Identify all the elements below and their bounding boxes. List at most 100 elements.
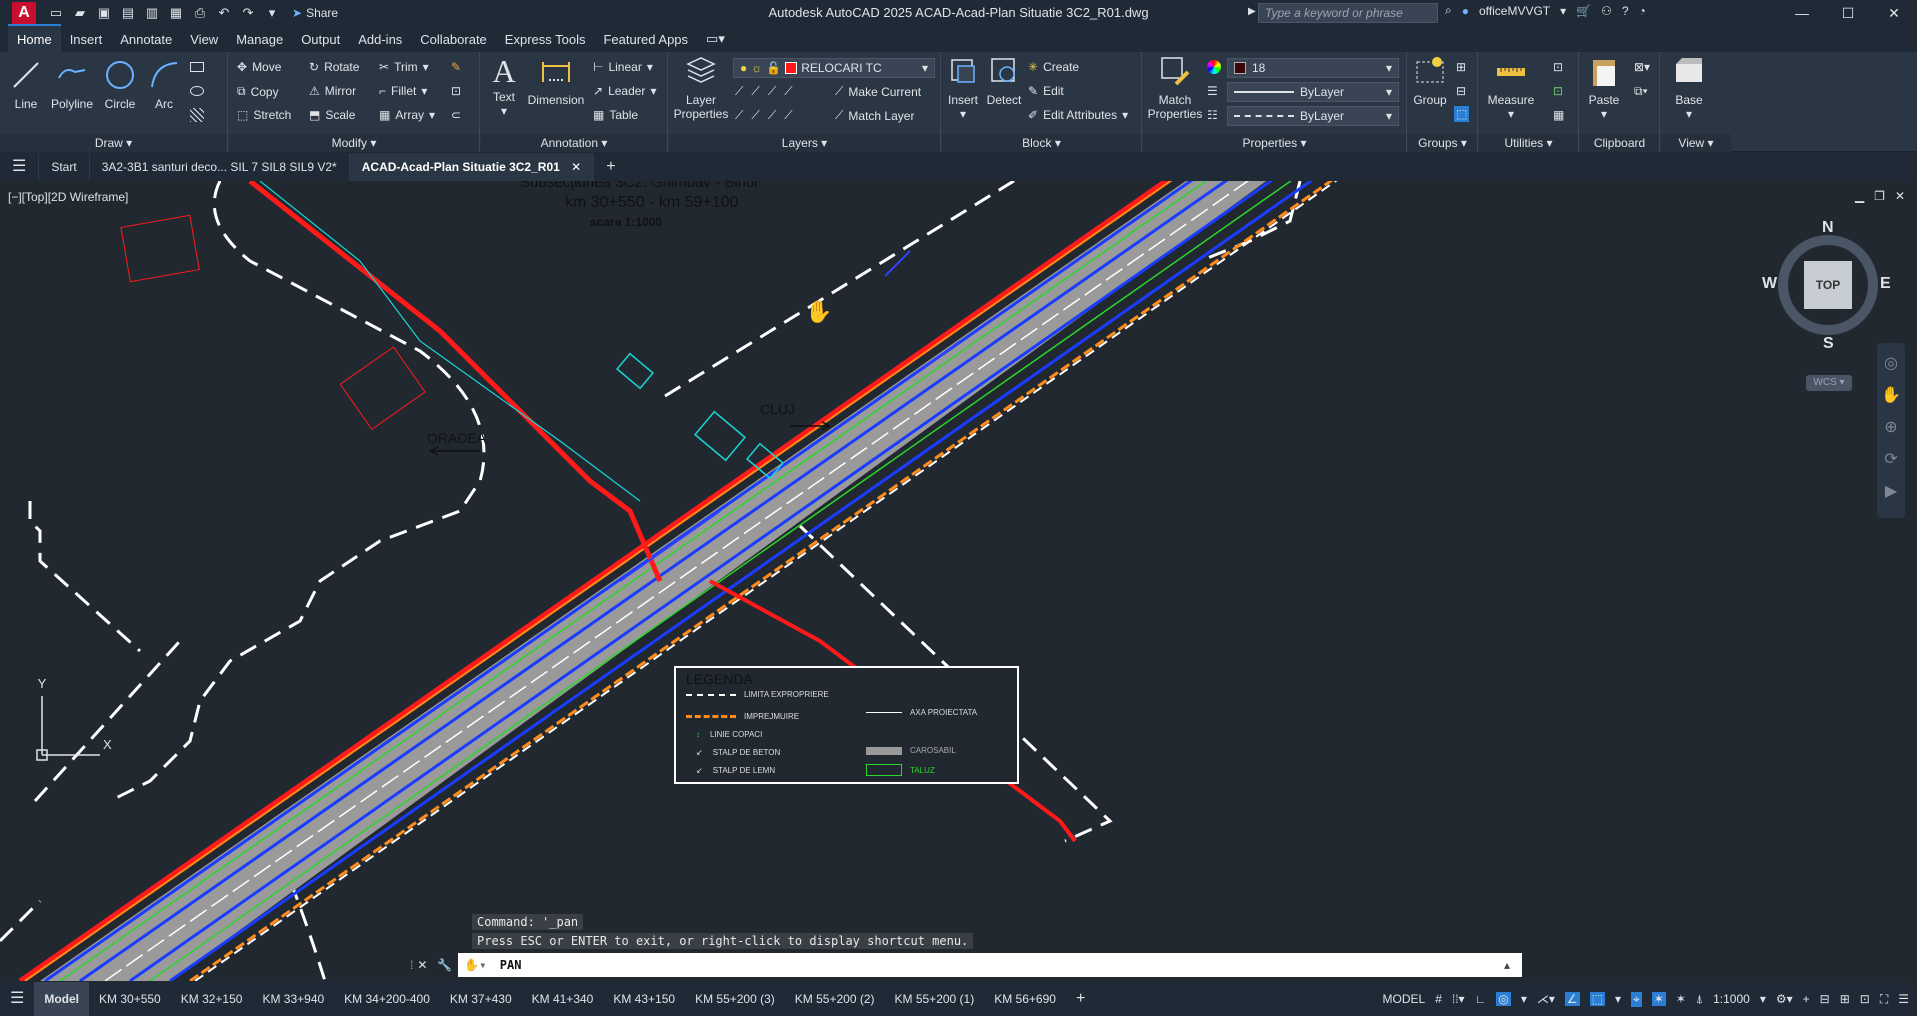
linear-dropdown-icon[interactable]: ▾: [647, 60, 653, 74]
share-button[interactable]: ➤ Share: [292, 6, 338, 20]
linear-button[interactable]: ⊢ Linear ▾: [593, 60, 653, 74]
open-folder-icon[interactable]: ▰: [72, 5, 88, 21]
tab-featured-apps[interactable]: Featured Apps: [594, 26, 697, 52]
drawing-svg[interactable]: Subsecțiunea 3C2: Ghimbav - Bihor km 30+…: [0, 181, 1917, 981]
trim-button[interactable]: ✂ Trim ▾: [379, 60, 429, 74]
explode-icon[interactable]: ⊡: [451, 84, 461, 98]
tab-view[interactable]: View: [181, 26, 227, 52]
close-tab-icon[interactable]: ✕: [571, 160, 581, 174]
measure-dropdown-icon[interactable]: ▾: [1483, 107, 1539, 121]
isodraft-icon[interactable]: ⋌▾: [1537, 992, 1555, 1006]
ellipse-icon[interactable]: [190, 86, 204, 96]
command-close-icon[interactable]: ✕: [417, 958, 427, 972]
layer-on-tool-icon[interactable]: ⟋: [735, 108, 743, 123]
command-customize-icon[interactable]: 🔧: [437, 958, 452, 972]
plus-icon[interactable]: +: [1803, 992, 1810, 1006]
autocad-logo[interactable]: A: [12, 2, 36, 24]
detect-button[interactable]: Detect: [984, 54, 1024, 107]
quick-select-icon[interactable]: ⊡: [1553, 60, 1563, 74]
layout-tab-km-33-940[interactable]: KM 33+940: [252, 982, 334, 1016]
open-web-icon[interactable]: ▥: [144, 5, 160, 21]
file-tab-santuri[interactable]: 3A2-3B1 santuri deco... SIL 7 SIL8 SIL9 …: [90, 153, 350, 181]
command-recent-icon[interactable]: ✋▾: [464, 958, 486, 972]
fillet-button[interactable]: ⌐ Fillet ▾: [379, 84, 427, 98]
layer-off-icon[interactable]: ⟋: [735, 84, 743, 99]
base-button[interactable]: Base ▾: [1669, 54, 1709, 121]
file-tab-active[interactable]: ACAD-Acad-Plan Situatie 3C2_R01 ✕: [349, 153, 595, 181]
layer-unlock-icon[interactable]: ⟋: [784, 108, 792, 123]
copy-button[interactable]: ⧉ Copy: [237, 84, 279, 99]
layout-tab-km-30-550[interactable]: KM 30+550: [89, 982, 171, 1016]
insert-button[interactable]: Insert ▾: [946, 54, 980, 121]
tab-annotate[interactable]: Annotate: [111, 26, 181, 52]
layer-unisolate-icon[interactable]: ⟋: [751, 108, 759, 123]
command-history-toggle-icon[interactable]: ▴: [1504, 958, 1510, 972]
annotation-scale-dropdown-icon[interactable]: ▾: [1760, 992, 1766, 1006]
leader-button[interactable]: ↗ Leader ▾: [593, 84, 656, 98]
offset-icon[interactable]: ⊂: [451, 108, 461, 122]
clean-screen-icon[interactable]: ⛶: [1880, 992, 1888, 1007]
object-snap-tracking-icon[interactable]: ∠: [1564, 992, 1580, 1006]
layout-tab-km-41-340[interactable]: KM 41+340: [522, 982, 604, 1016]
tab-home[interactable]: Home: [8, 24, 61, 52]
tab-output[interactable]: Output: [292, 26, 349, 52]
status-menu-icon[interactable]: ☰: [0, 982, 34, 1016]
dynamic-input-icon[interactable]: ⌖: [1631, 991, 1642, 1007]
group-selection-icon[interactable]: ⬚: [1454, 106, 1470, 122]
annotation-scale-icon[interactable]: ⍋: [1696, 992, 1703, 1007]
create-block-button[interactable]: ✳ Create: [1028, 60, 1079, 74]
color-wheel-icon[interactable]: [1207, 60, 1221, 74]
line-button[interactable]: Line: [8, 58, 44, 111]
rectangle-icon[interactable]: [190, 62, 204, 72]
layout-tab-km-56-690[interactable]: KM 56+690: [984, 982, 1066, 1016]
trim-dropdown-icon[interactable]: ▾: [423, 60, 429, 74]
lineweight-dropdown[interactable]: ByLayer ▾: [1227, 82, 1399, 102]
add-layout-icon[interactable]: +: [1066, 982, 1095, 1016]
polar-icon[interactable]: ◎: [1496, 992, 1511, 1006]
polar-dropdown-icon[interactable]: ▾: [1521, 992, 1527, 1006]
layers-panel-title[interactable]: Layers ▾: [669, 134, 940, 152]
feedback-icon[interactable]: ◔: [1639, 4, 1646, 18]
minimize-icon[interactable]: —: [1779, 0, 1825, 26]
cut-icon[interactable]: ⊠▾: [1634, 60, 1650, 74]
edit-attributes-button[interactable]: ✐ Edit Attributes ▾: [1028, 108, 1128, 122]
snap-icon[interactable]: ⁞⁞▾: [1452, 992, 1465, 1006]
osnap-dropdown-icon[interactable]: ▾: [1615, 992, 1621, 1006]
auto-scale-icon[interactable]: ✶: [1676, 992, 1686, 1006]
base-dropdown-icon[interactable]: ▾: [1669, 107, 1709, 121]
plot-icon[interactable]: ⎙: [192, 5, 208, 21]
layer-freeze-tool-icon[interactable]: ⟋: [768, 84, 776, 99]
new-tab-icon[interactable]: +: [594, 153, 627, 181]
edit-block-button[interactable]: ✎ Edit: [1028, 84, 1064, 98]
arc-button[interactable]: Arc: [146, 58, 182, 111]
save-as-icon[interactable]: ▤: [120, 5, 136, 21]
match-layer-button[interactable]: ⟋ Match Layer: [835, 108, 914, 123]
layout-tab-model[interactable]: Model: [34, 982, 90, 1016]
ungroup-icon[interactable]: ⊞: [1456, 60, 1466, 74]
help-icon[interactable]: ?: [1622, 4, 1629, 18]
copy-clip-icon[interactable]: ⧉▾: [1634, 84, 1648, 99]
viewcube-top-face[interactable]: TOP: [1804, 261, 1852, 309]
circle-button[interactable]: Circle: [100, 58, 140, 111]
save-web-icon[interactable]: ▦: [168, 5, 184, 21]
customization-icon[interactable]: ☰: [1898, 992, 1909, 1006]
annotation-visibility-icon[interactable]: ✶: [1651, 992, 1666, 1006]
qat-dropdown-icon[interactable]: ▾: [264, 5, 280, 21]
move-button[interactable]: ✥ Move: [237, 60, 281, 74]
tab-collaborate[interactable]: Collaborate: [411, 26, 496, 52]
cart-icon[interactable]: 🛒: [1576, 4, 1591, 18]
modify-panel-title[interactable]: Modify ▾: [229, 134, 479, 152]
layer-dropdown[interactable]: ● ☼ 🔓 RELOCARI TC ▾: [733, 58, 935, 78]
mirror-button[interactable]: ⚠ Mirror: [309, 84, 356, 98]
layer-thaw-icon[interactable]: ⟋: [768, 108, 776, 123]
tab-express-tools[interactable]: Express Tools: [496, 26, 595, 52]
layout-tab-km-43-150[interactable]: KM 43+150: [603, 982, 685, 1016]
new-file-icon[interactable]: ▭: [48, 5, 64, 21]
layout-tab-km-55-200-1[interactable]: KM 55+200 (1): [885, 982, 985, 1016]
make-current-button[interactable]: ⟋ Make Current: [835, 84, 921, 99]
group-edit-icon[interactable]: ⊟: [1456, 84, 1466, 98]
edit-attributes-dropdown-icon[interactable]: ▾: [1122, 108, 1128, 122]
select-all-icon[interactable]: ⊡: [1553, 84, 1563, 98]
erase-icon[interactable]: ✎: [451, 60, 461, 74]
text-button[interactable]: A Text ▾: [487, 54, 521, 118]
